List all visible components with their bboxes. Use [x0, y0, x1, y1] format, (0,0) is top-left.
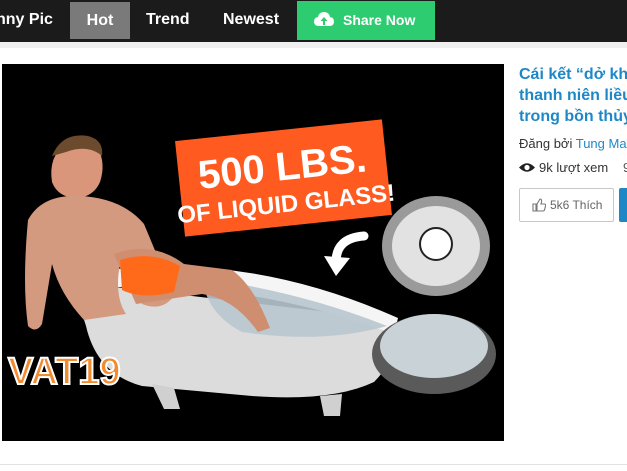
comment-count: 9	[623, 160, 627, 175]
vat19-logo: VAT19	[7, 350, 122, 394]
post-divider	[0, 464, 627, 465]
share-now-label: Share Now	[343, 12, 416, 28]
nav-item-hot[interactable]: Hot	[70, 2, 130, 39]
post-title[interactable]: Cái kết “dở kh thanh niên liều trong bồn…	[519, 64, 627, 127]
post-author-line: Đăng bởi Tung Man	[519, 136, 627, 151]
post-image[interactable]: 500 LBS. OF LIQUID GLASS! VAT19	[2, 64, 504, 441]
post-title-line: thanh niên liều	[519, 87, 627, 104]
thumbs-up-icon	[532, 198, 546, 212]
svg-text:VAT19: VAT19	[8, 351, 121, 393]
share-side-button[interactable]	[619, 188, 627, 222]
eye-icon	[519, 163, 535, 172]
post-title-line: Cái kết “dở kh	[519, 66, 627, 83]
nav-item-newest[interactable]: Newest	[223, 0, 279, 42]
putty-glass	[380, 314, 488, 378]
topbar-shadow	[0, 42, 627, 48]
posted-by-label: Đăng bởi	[519, 136, 573, 151]
post-views: 9k lượt xem 9	[519, 160, 627, 175]
man-shorts	[120, 256, 180, 296]
cloud-upload-icon	[314, 12, 334, 26]
like-count-label: 5k6 Thích	[550, 198, 603, 212]
top-navigation-bar: nny Pic Hot Trend Newest Share Now	[0, 0, 627, 42]
nav-item-funny-pic[interactable]: nny Pic	[0, 0, 53, 42]
like-button[interactable]: 5k6 Thích	[519, 188, 614, 222]
nav-item-trend[interactable]: Trend	[146, 0, 190, 42]
lid-cartoon-face-icon	[419, 227, 453, 261]
share-now-button[interactable]: Share Now	[297, 1, 435, 40]
post-title-line: trong bồn thủy	[519, 108, 627, 125]
author-link[interactable]: Tung Man	[576, 136, 627, 151]
views-count: 9k lượt xem	[539, 160, 609, 175]
post-image-artwork: 500 LBS. OF LIQUID GLASS! VAT19	[2, 64, 504, 441]
